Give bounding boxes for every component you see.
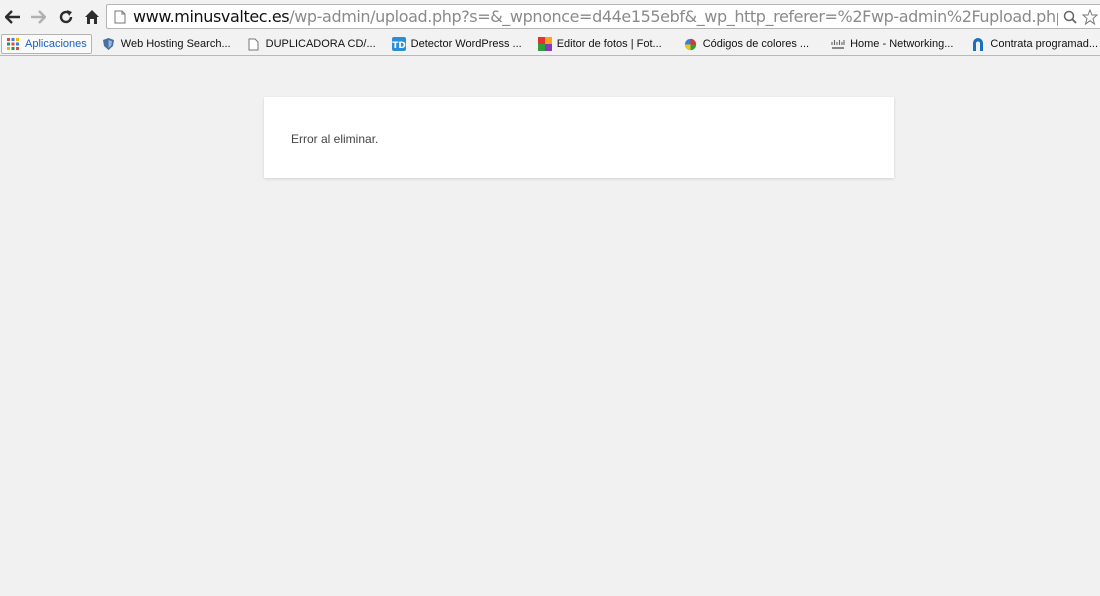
bookmark-web-hosting[interactable]: Web Hosting Search... xyxy=(98,34,235,54)
error-message-box: Error al eliminar. xyxy=(264,97,894,178)
bookmark-contrata-programad[interactable]: Contrata programad... xyxy=(967,34,1100,54)
bookmark-label: Detector WordPress ... xyxy=(410,38,522,50)
bookmark-home-networking[interactable]: Home - Networking... xyxy=(827,34,957,54)
bookmark-label: Aplicaciones xyxy=(25,38,87,50)
bookmark-label: DUPLICADORA CD/... xyxy=(265,38,376,50)
url-host: www.minusvaltec.es xyxy=(133,6,290,26)
search-icon[interactable] xyxy=(1060,10,1080,24)
reload-icon xyxy=(59,9,73,23)
url-path: /wp-admin/upload.php?s=&_wpnonce=d44e155… xyxy=(289,6,1100,26)
bookmark-label: Home - Networking... xyxy=(850,38,954,50)
error-message: Error al eliminar. xyxy=(291,132,379,146)
color-wheel-icon xyxy=(684,37,698,51)
address-bar[interactable]: www.minusvaltec.es/wp-admin/upload.php?s… xyxy=(106,4,1100,29)
arch-icon xyxy=(971,37,985,51)
back-button[interactable] xyxy=(2,6,24,28)
bookmark-editor-fotos[interactable]: Editor de fotos | Fot... xyxy=(534,34,666,54)
bookmarks-bar: Aplicaciones Web Hosting Search... DUPLI… xyxy=(0,33,1100,56)
bookmark-codigos-colores[interactable]: Códigos de colores ... xyxy=(680,34,813,54)
page-icon xyxy=(111,8,129,26)
svg-text:TD: TD xyxy=(392,41,406,51)
page-content: Error al eliminar. xyxy=(0,56,1100,596)
shield-icon xyxy=(102,37,116,51)
arrow-right-icon xyxy=(31,9,46,24)
bookmark-duplicadora[interactable]: DUPLICADORA CD/... xyxy=(243,34,380,54)
td-icon: TD xyxy=(391,37,406,51)
home-icon xyxy=(85,9,99,24)
bookmark-label: Web Hosting Search... xyxy=(120,38,231,50)
browser-toolbar: www.minusvaltec.es/wp-admin/upload.php?s… xyxy=(0,0,1100,33)
address-bar-actions xyxy=(1058,5,1100,28)
page-icon xyxy=(247,37,261,51)
star-icon[interactable] xyxy=(1080,8,1100,25)
bookmark-label: Editor de fotos | Fot... xyxy=(556,38,662,50)
url-text[interactable]: www.minusvaltec.es/wp-admin/upload.php?s… xyxy=(133,7,1100,27)
reload-button[interactable] xyxy=(55,6,77,28)
arrow-left-icon xyxy=(5,9,20,24)
cisco-icon xyxy=(831,37,845,51)
bookmark-apps[interactable]: Aplicaciones xyxy=(1,34,92,54)
home-button[interactable] xyxy=(81,6,103,28)
bookmark-label: Contrata programad... xyxy=(990,38,1099,50)
forward-button[interactable] xyxy=(27,6,49,28)
apps-grid-icon xyxy=(6,37,20,51)
bookmark-detector-wordpress[interactable]: TD Detector WordPress ... xyxy=(388,34,526,54)
color-cube-icon xyxy=(537,37,552,51)
bookmark-label: Códigos de colores ... xyxy=(702,38,810,50)
